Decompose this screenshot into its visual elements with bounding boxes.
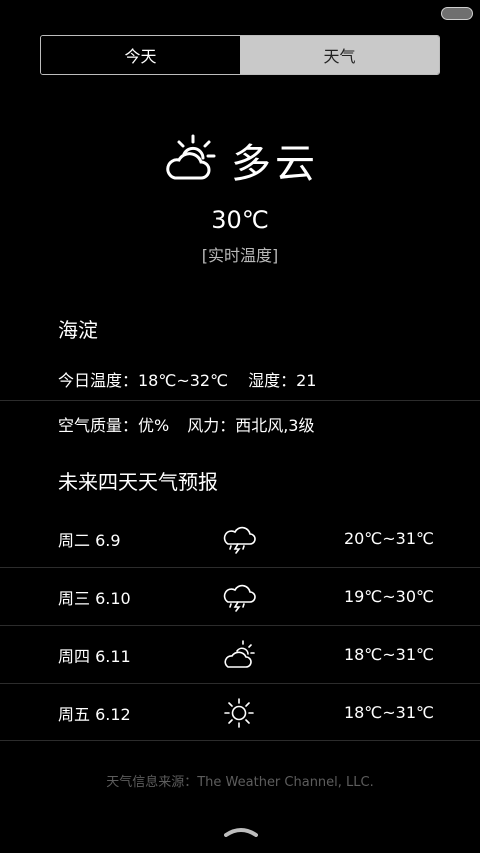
partly-cloudy-icon: [224, 639, 255, 668]
battery-indicator-icon: [441, 7, 473, 20]
tab-weather[interactable]: 天气: [240, 36, 439, 74]
data-source-credit: 天气信息来源：The Weather Channel, LLC.: [106, 775, 374, 790]
thunderstorm-icon: [223, 584, 256, 612]
forecast-day: 周五 6.12: [58, 704, 131, 724]
forecast-row: 周四 6.11 18℃~31℃: [0, 626, 480, 683]
condition-label: 多云: [231, 141, 319, 187]
divider: [0, 740, 480, 741]
pull-up-handle-icon[interactable]: [224, 827, 258, 837]
forecast-row: 周三 6.10 19℃~30℃: [0, 568, 480, 625]
temperature-note: [实时温度]: [201, 246, 279, 265]
forecast-day: 周二 6.9: [58, 530, 121, 550]
today-temp-range: 今日温度：18℃~32℃: [58, 371, 229, 390]
city-name: 海淀: [58, 318, 98, 342]
thunderstorm-icon: [223, 526, 256, 554]
wind-value: 风力：西北风,3级: [187, 416, 315, 435]
tab-today[interactable]: 今天: [41, 36, 240, 74]
forecast-range: 18℃~31℃: [343, 703, 434, 722]
current-condition: 多云: [0, 130, 480, 190]
partly-cloudy-icon: [166, 134, 216, 180]
air-quality-value: 空气质量：优%: [58, 416, 170, 435]
sunny-icon: [224, 697, 254, 728]
forecast-range: 18℃~31℃: [343, 645, 434, 664]
forecast-row: 周二 6.9 20℃~31℃: [0, 510, 480, 567]
divider: [0, 400, 480, 401]
humidity-value: 湿度：21: [248, 371, 317, 390]
forecast-range: 19℃~30℃: [343, 587, 434, 606]
forecast-range: 20℃~31℃: [343, 529, 434, 548]
tab-bar: 今天 天气: [40, 35, 440, 75]
current-temperature: 30℃: [211, 206, 269, 234]
detail-line-air: 空气质量：优% 风力：西北风,3级: [58, 412, 315, 436]
forecast-day: 周三 6.10: [58, 588, 131, 608]
forecast-day: 周四 6.11: [58, 646, 131, 666]
forecast-title: 未来四天天气预报: [58, 470, 218, 494]
forecast-row: 周五 6.12 18℃~31℃: [0, 684, 480, 741]
detail-line-temperature: 今日温度：18℃~32℃ 湿度：21: [58, 367, 316, 391]
